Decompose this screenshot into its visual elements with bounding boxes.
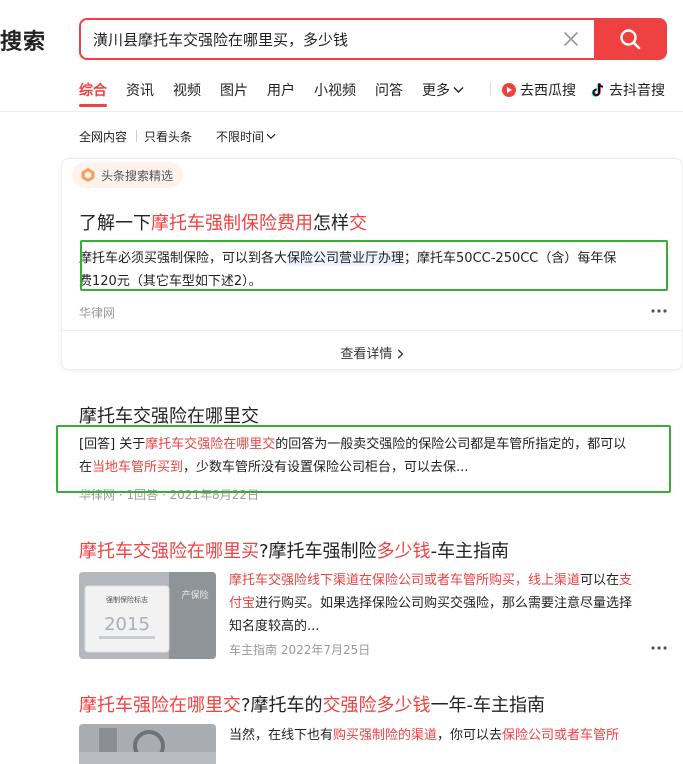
- view-detail-label: 查看详情: [340, 347, 393, 362]
- snippet-keyword: 摩托车交强险线下渠道在保险公司或者车管所购买，线上渠道: [229, 573, 581, 588]
- header-divider: [0, 111, 683, 112]
- title-text: ?摩托车的: [241, 695, 323, 716]
- chevron-down-icon: [453, 87, 464, 93]
- filter-all-content[interactable]: 全网内容: [79, 128, 127, 145]
- more-options-icon[interactable]: [651, 646, 667, 650]
- annotation-box: [80, 240, 668, 291]
- card-divider: [62, 330, 682, 331]
- tab-news[interactable]: 资讯: [126, 80, 154, 100]
- result-title[interactable]: 摩托车强险在哪里交?摩托车的交强险多少钱一年-车主指南: [79, 691, 545, 717]
- filter-toutiao-only[interactable]: 只看头条: [144, 128, 192, 145]
- featured-title-part: 了解一下: [79, 213, 151, 234]
- tab-users[interactable]: 用户: [267, 80, 295, 100]
- snippet-keyword: 支: [619, 573, 633, 588]
- chevron-down-icon: [266, 133, 276, 140]
- result-thumbnail[interactable]: [79, 724, 216, 764]
- view-detail-button[interactable]: 查看详情: [0, 343, 683, 362]
- snippet-text: ，你可以去: [437, 728, 503, 743]
- featured-title-part: 怎样: [313, 213, 349, 234]
- thumb-text: 2015: [104, 614, 150, 635]
- search-icon: [620, 29, 641, 50]
- featured-badge-label: 头条搜索精选: [101, 168, 174, 183]
- filter-time[interactable]: 不限时间: [216, 128, 276, 145]
- tab-images[interactable]: 图片: [220, 80, 248, 100]
- thumb-text: 产保险: [181, 589, 208, 601]
- snippet-keyword: 付宝: [229, 596, 256, 611]
- site-logo[interactable]: 搜索: [0, 24, 46, 56]
- chevron-right-icon: [397, 349, 404, 359]
- xigua-icon: [502, 83, 516, 97]
- featured-title[interactable]: 了解一下摩托车强制保险费用怎样交: [79, 209, 367, 235]
- tab-short-video[interactable]: 小视频: [314, 80, 356, 100]
- snippet-line: 知名度较高的...: [229, 619, 320, 634]
- search-input[interactable]: [93, 20, 533, 58]
- search-button[interactable]: [594, 18, 667, 60]
- result-thumbnail[interactable]: 强制保险标志 2015 产保险: [79, 572, 216, 659]
- result-title[interactable]: 摩托车交强险在哪里买?摩托车强制险多少钱-车主指南: [79, 537, 509, 563]
- title-keyword: 交强险多少钱: [322, 695, 431, 716]
- close-icon[interactable]: [562, 30, 580, 48]
- filter-separator: [136, 130, 137, 142]
- annotation-box: [56, 425, 671, 493]
- result-snippet: 摩托车交强险线下渠道在保险公司或者车管所购买，线上渠道可以在支 付宝进行购买。如…: [229, 569, 674, 638]
- tab-divider: [490, 82, 491, 96]
- filter-time-label: 不限时间: [216, 130, 265, 144]
- featured-source[interactable]: 华律网: [79, 304, 115, 321]
- result-image: [79, 724, 216, 762]
- title-text: ?摩托车强制险: [259, 541, 377, 562]
- toutiao-logo-icon: [81, 168, 95, 182]
- title-text: -车主指南: [430, 541, 510, 562]
- tab-more-label: 更多: [422, 83, 450, 99]
- featured-badge: 头条搜索精选: [72, 162, 184, 188]
- snippet-text: 进行购买。如果选择保险公司购买交强险，那么需要注意尽量选择: [255, 596, 633, 611]
- tab-xigua-search[interactable]: 去西瓜搜: [501, 80, 576, 100]
- title-keyword: 多少钱: [376, 541, 431, 562]
- title-keyword: 摩托车交强险在哪里买: [79, 541, 259, 562]
- tab-douyin-search[interactable]: 去抖音搜: [590, 80, 665, 100]
- snippet-text: 可以在: [580, 573, 620, 588]
- tab-all[interactable]: 综合: [79, 80, 107, 100]
- snippet-text: 当然，在线下也有: [229, 728, 334, 743]
- insurance-card-image: 强制保险标志 2015 产保险: [79, 572, 216, 659]
- active-tab-underline: [79, 104, 107, 107]
- result-meta: 车主指南 2022年7月25日: [229, 643, 371, 657]
- tab-qa[interactable]: 问答: [375, 80, 403, 100]
- more-options-icon[interactable]: [651, 309, 667, 313]
- tab-video[interactable]: 视频: [173, 80, 201, 100]
- featured-title-keyword: 交: [349, 213, 367, 234]
- snippet-keyword: 购买强制险的渠道: [333, 728, 438, 743]
- tab-more[interactable]: 更多: [422, 80, 464, 100]
- tab-xigua-label: 去西瓜搜: [520, 83, 576, 99]
- title-keyword: 摩托车强险在哪里交: [79, 695, 241, 716]
- featured-title-keyword: 摩托车强制保险费用: [151, 213, 313, 234]
- thumb-text: 强制保险标志: [106, 595, 148, 604]
- snippet-keyword: 保险公司或者车管所: [502, 728, 620, 743]
- douyin-icon: [591, 83, 604, 97]
- title-text: 一年-车主指南: [430, 695, 546, 716]
- search-box[interactable]: [79, 18, 594, 60]
- result-snippet: 当然，在线下也有购买强制险的渠道，你可以去保险公司或者车管所: [229, 724, 674, 747]
- tab-douyin-label: 去抖音搜: [609, 83, 665, 99]
